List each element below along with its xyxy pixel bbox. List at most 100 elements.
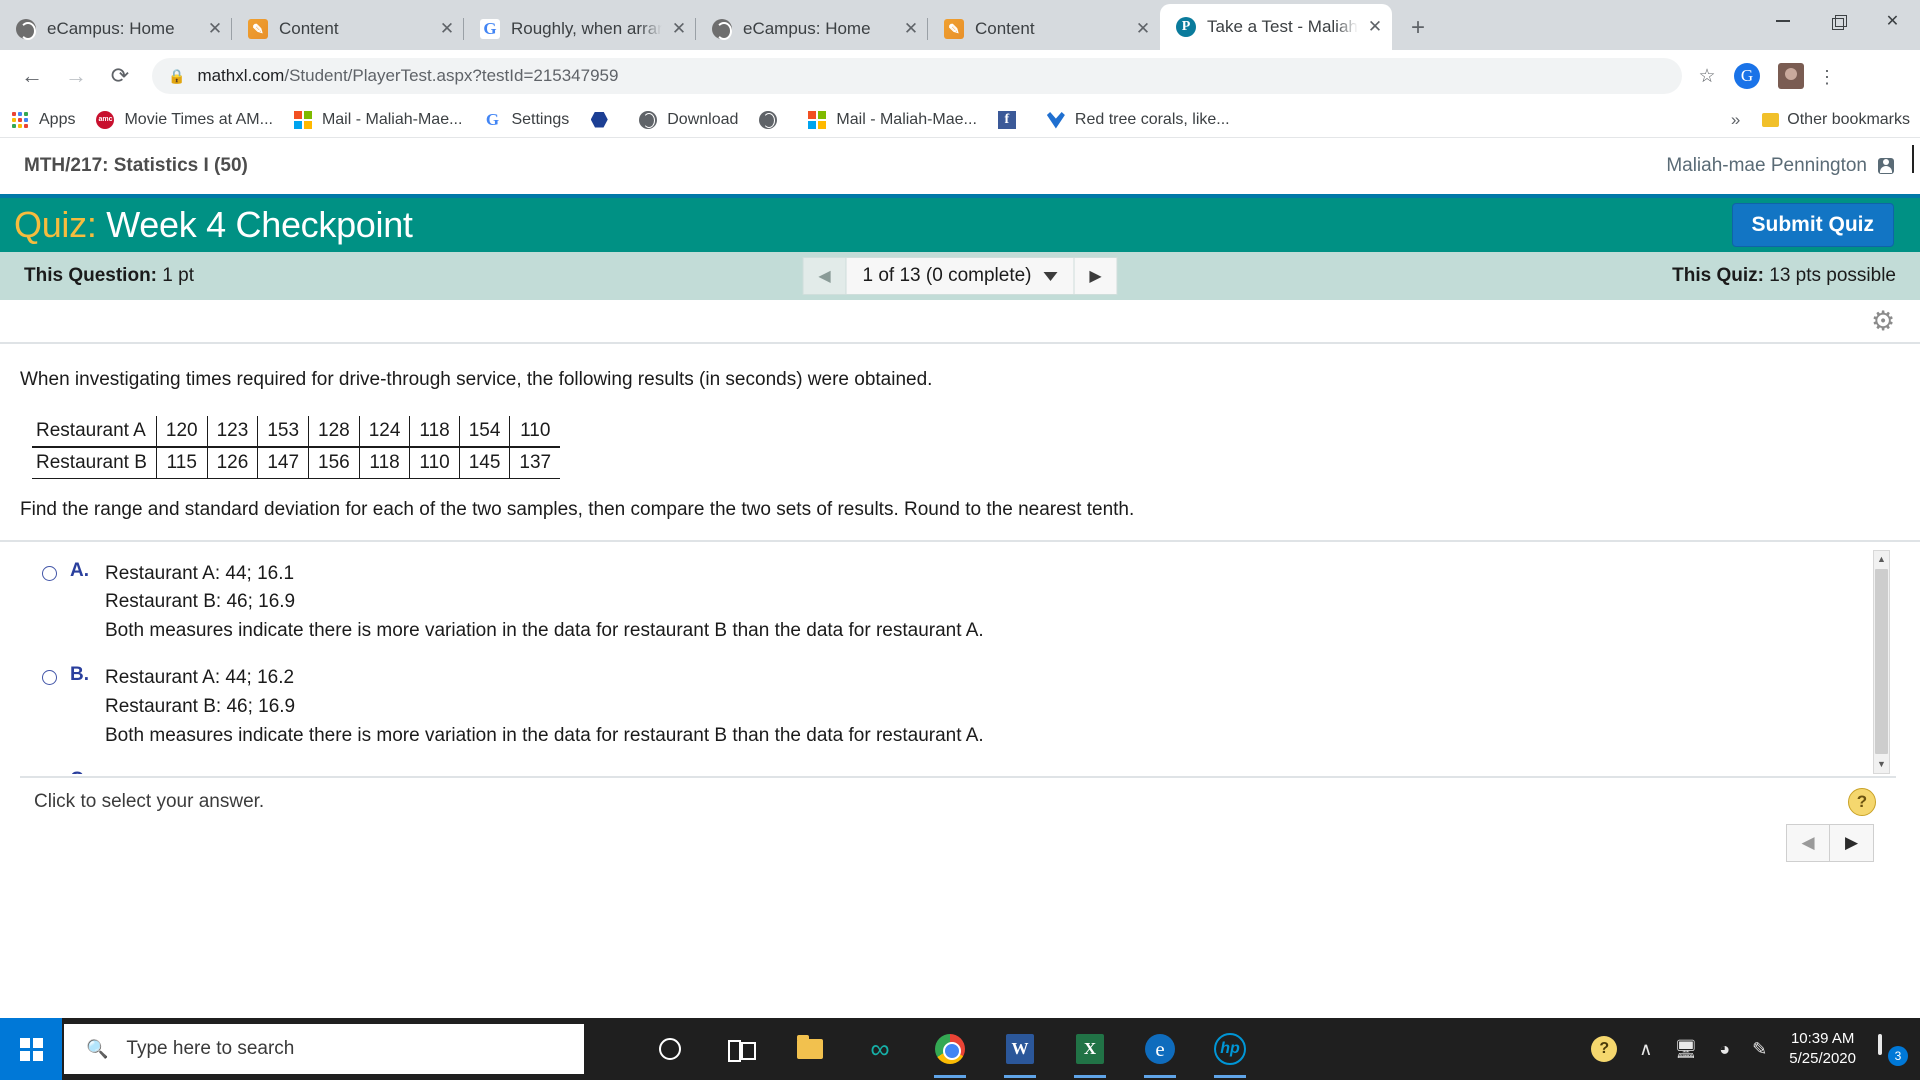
answers-scrollbar[interactable]: ▲ ▼ [1873,549,1890,774]
browser-tab-6-active[interactable]: P Take a Test - Maliah- ✕ [1160,4,1392,50]
windows-taskbar: 🔍 Type here to search ∞ W X e hp ? ∧ 🖥 ◕… [0,1018,1920,1080]
scroll-up-icon[interactable]: ▲ [1874,550,1889,568]
table-cell: 154 [458,415,510,448]
notification-count: 3 [1888,1046,1908,1066]
google-account-badge-icon[interactable]: G [1734,63,1760,89]
taskbar-search-input[interactable]: 🔍 Type here to search [64,1024,584,1074]
microsoft-icon [807,110,827,130]
help-icon[interactable]: ? [1848,787,1876,816]
bookmark-mail-2[interactable]: Mail - Maliah-Mae... [807,110,977,130]
choice-line: Both measures indicate there is more var… [105,620,984,642]
gear-icon[interactable]: ⚙ [1871,307,1898,335]
back-icon[interactable]: ← [12,56,52,96]
tab-close-button[interactable]: ✕ [1130,16,1156,42]
question-body: When investigating times required for dr… [0,344,1920,862]
chevron-up-icon[interactable]: ∧ [1639,1039,1652,1060]
table-cell: 137 [509,446,561,479]
choice-line: Restaurant A: 44; 16.1 [105,562,295,584]
radio-button-a[interactable] [42,565,57,581]
bookmark-star-icon[interactable]: ☆ [1690,65,1724,88]
browser-tab-3[interactable]: G Roughly, when arran ✕ [464,8,696,50]
scroll-down-icon[interactable]: ▼ [1874,755,1889,773]
display-icon[interactable]: 🖥 [1674,1039,1697,1060]
hp-icon[interactable]: hp [1212,1031,1248,1078]
chevron-down-icon[interactable] [1043,271,1058,281]
bookmark-hexagon[interactable] [589,110,618,130]
previous-question-button[interactable]: ◀ [802,257,847,295]
infinity-icon[interactable]: ∞ [862,1031,898,1067]
tab-title: Content [279,19,339,38]
bookmark-red-tree-corals[interactable]: Red tree corals, like... [1046,110,1230,130]
answer-choice-b[interactable]: B. Restaurant A: 44; 16.2 Restaurant B: … [28,664,1896,751]
bookmark-apps[interactable]: Apps [10,110,75,130]
row-label: Restaurant B [32,446,157,479]
pen-icon[interactable]: ✎ [1752,1039,1767,1060]
user-account[interactable]: Maliah-mae Pennington [1666,155,1894,177]
system-tray: ? ∧ 🖥 ◕ ✎ 10:39 AM 5/25/2020 3 [1591,1029,1920,1070]
browser-tab-4[interactable]: eCampus: Home ✕ [696,8,928,50]
bookmark-label: Mail - Maliah-Mae... [836,110,977,128]
other-bookmarks-label[interactable]: Other bookmarks [1787,111,1910,129]
bookmark-download[interactable]: Download [638,110,738,130]
task-view-icon[interactable] [722,1031,758,1067]
tab-close-button[interactable]: ✕ [434,16,460,42]
table-cell: 156 [308,446,360,479]
edge-icon[interactable]: e [1142,1031,1178,1078]
tab-close-button[interactable]: ✕ [666,16,692,42]
clock-time: 10:39 AM [1790,1029,1855,1047]
pager-previous-button[interactable]: ◀ [1786,823,1830,862]
globe-icon [758,110,778,130]
choice-letter: A. [70,559,89,581]
new-tab-button[interactable]: + [1400,10,1436,46]
tab-close-button[interactable]: ✕ [1362,14,1388,40]
tab-close-button[interactable]: ✕ [898,16,924,42]
start-button[interactable] [0,1018,62,1080]
globe-icon [638,110,658,130]
bookmark-movie-times[interactable]: amc Movie Times at AM... [95,110,273,130]
submit-quiz-button[interactable]: Submit Quiz [1731,203,1894,247]
radio-button-b[interactable] [42,670,57,686]
address-bar[interactable]: 🔒 mathxl.com/Student/PlayerTest.aspx?tes… [152,58,1682,94]
maximize-restore-button[interactable] [1810,0,1865,42]
scrollbar-thumb[interactable] [1875,568,1888,754]
table-cell: 118 [409,415,460,448]
word-icon[interactable]: W [1002,1031,1038,1078]
profile-avatar[interactable] [1778,63,1804,89]
notifications-icon[interactable]: 3 [1878,1034,1908,1066]
page-stepper: ◀ ▶ [20,816,1896,862]
chrome-menu-icon[interactable]: ⋮ [1812,68,1842,86]
bookmark-mail-1[interactable]: Mail - Maliah-Mae... [293,110,462,130]
browser-tab-1[interactable]: eCampus: Home ✕ [0,8,232,50]
cortana-icon[interactable] [652,1031,688,1067]
reload-icon[interactable]: ⟳ [100,56,140,96]
chrome-icon[interactable] [932,1031,968,1078]
bookmark-globe-2[interactable] [758,110,787,130]
bookmark-facebook[interactable]: f [997,110,1026,130]
facebook-icon: f [997,110,1017,130]
excel-icon[interactable]: X [1072,1031,1108,1078]
bookmarks-overflow-icon[interactable]: » [1731,110,1740,130]
windows-logo-icon [19,1037,43,1061]
answer-choice-c[interactable]: C. Restaurant A: 46; 16.2 Restaurant B: … [28,769,1896,774]
table-cell: 120 [155,415,208,448]
help-tray-icon[interactable]: ? [1591,1036,1618,1062]
close-window-button[interactable]: ✕ [1865,0,1920,42]
wifi-icon[interactable]: ◕ [1719,1039,1730,1060]
file-explorer-icon[interactable] [792,1031,828,1067]
search-placeholder: Type here to search [126,1038,295,1059]
clock[interactable]: 10:39 AM 5/25/2020 [1789,1029,1856,1070]
next-question-button[interactable]: ▶ [1073,257,1118,295]
quiz-title: Quiz: Week 4 Checkpoint [14,204,413,246]
pager-next-button[interactable]: ▶ [1830,823,1874,862]
browser-tab-strip: eCampus: Home ✕ Content ✕ G Roughly, whe… [0,0,1920,50]
answer-choice-a[interactable]: A. Restaurant A: 44; 16.1 Restaurant B: … [28,560,1896,647]
browser-tab-2[interactable]: Content ✕ [232,8,464,50]
question-counter-dropdown[interactable]: 1 of 13 (0 complete) [846,257,1074,295]
microsoft-icon [293,110,313,130]
forward-icon[interactable]: → [56,56,96,96]
browser-tab-5[interactable]: Content ✕ [928,8,1160,50]
minimize-button[interactable] [1755,0,1810,42]
tab-close-button[interactable]: ✕ [202,16,228,42]
pencil-icon [248,19,268,39]
bookmark-settings[interactable]: G Settings [482,110,569,130]
